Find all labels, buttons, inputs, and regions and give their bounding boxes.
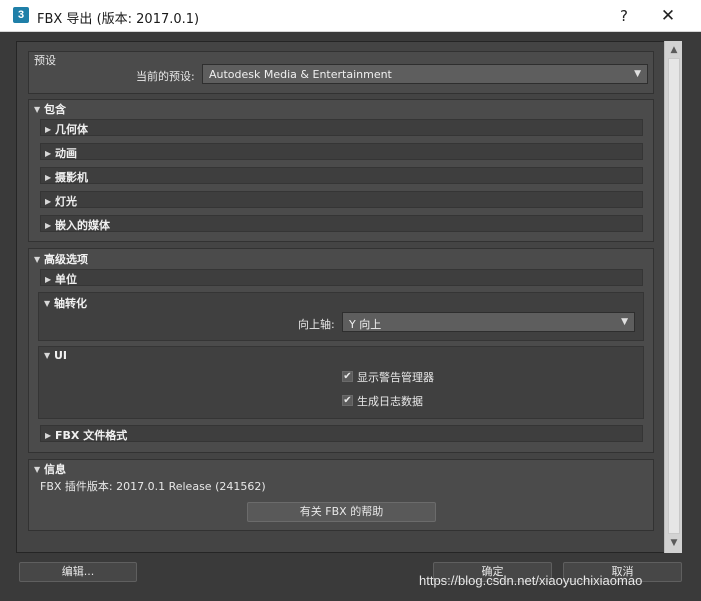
window-title: FBX 导出 (版本: 2017.0.1) bbox=[37, 12, 200, 27]
expanded-triangle-icon: ▼ bbox=[44, 299, 51, 308]
rollout-fbx-file-format-label: FBX 文件格式 bbox=[55, 429, 128, 442]
fbx-help-button[interactable]: 有关 FBX 的帮助 bbox=[247, 502, 436, 522]
preset-dropdown[interactable]: Autodesk Media & Entertainment ▼ bbox=[202, 64, 648, 84]
generate-log-label: 生成日志数据 bbox=[357, 395, 423, 408]
expanded-triangle-icon: ▼ bbox=[34, 465, 41, 474]
show-warning-label: 显示警告管理器 bbox=[357, 371, 434, 384]
title-bar: 3 FBX 导出 (版本: 2017.0.1) ? ✕ bbox=[0, 0, 701, 32]
rollout-cameras-label: 摄影机 bbox=[55, 171, 88, 184]
rollout-embedded-media[interactable]: ▶ 嵌入的媒体 bbox=[40, 215, 643, 232]
info-section-label: 信息 bbox=[44, 463, 66, 476]
axis-conversion-label: 轴转化 bbox=[54, 297, 87, 310]
scroll-thumb[interactable] bbox=[668, 58, 680, 534]
include-section-label: 包含 bbox=[44, 103, 66, 116]
rollout-geometry-label: 几何体 bbox=[55, 123, 88, 136]
collapsed-triangle-icon: ▶ bbox=[45, 173, 52, 182]
expanded-triangle-icon: ▼ bbox=[44, 351, 51, 360]
info-section-header[interactable]: ▼ 信息 bbox=[34, 461, 66, 477]
ui-box bbox=[38, 346, 644, 419]
watermark-url: https://blog.csdn.net/xiaoyuchixiaomao bbox=[419, 573, 643, 588]
expanded-triangle-icon: ▼ bbox=[34, 105, 41, 114]
up-axis-dropdown[interactable]: Y 向上 ▼ bbox=[342, 312, 635, 332]
rollout-units-label: 单位 bbox=[55, 273, 77, 286]
up-axis-dropdown-value: Y 向上 bbox=[349, 318, 382, 331]
chevron-down-icon: ▼ bbox=[621, 317, 628, 327]
show-warning-checkbox[interactable]: ✔ bbox=[342, 371, 353, 382]
up-axis-label: 向上轴: bbox=[298, 318, 335, 331]
current-preset-label: 当前的预设: bbox=[136, 70, 195, 83]
collapsed-triangle-icon: ▶ bbox=[45, 275, 52, 284]
rollout-embedded-media-label: 嵌入的媒体 bbox=[55, 219, 110, 232]
collapsed-triangle-icon: ▶ bbox=[45, 125, 52, 134]
advanced-section-header[interactable]: ▼ 高级选项 bbox=[34, 251, 88, 267]
generate-log-checkbox[interactable]: ✔ bbox=[342, 395, 353, 406]
collapsed-triangle-icon: ▶ bbox=[45, 197, 52, 206]
axis-conversion-header[interactable]: ▼ 轴转化 bbox=[44, 295, 87, 311]
collapsed-triangle-icon: ▶ bbox=[45, 149, 52, 158]
preset-group-label: 预设 bbox=[34, 54, 56, 67]
app-3dsmax-icon: 3 bbox=[13, 7, 29, 23]
rollout-fbx-file-format[interactable]: ▶ FBX 文件格式 bbox=[40, 425, 643, 442]
ui-header[interactable]: ▼ UI bbox=[44, 349, 67, 362]
rollout-animation[interactable]: ▶ 动画 bbox=[40, 143, 643, 160]
advanced-section-label: 高级选项 bbox=[44, 253, 88, 266]
preset-dropdown-value: Autodesk Media & Entertainment bbox=[209, 68, 392, 81]
scroll-down-icon[interactable]: ▼ bbox=[665, 535, 683, 551]
scroll-up-icon[interactable]: ▲ bbox=[665, 42, 683, 58]
expanded-triangle-icon: ▼ bbox=[34, 255, 41, 264]
include-section-header[interactable]: ▼ 包含 bbox=[34, 101, 66, 117]
collapsed-triangle-icon: ▶ bbox=[45, 221, 52, 230]
rollout-lights[interactable]: ▶ 灯光 bbox=[40, 191, 643, 208]
rollout-lights-label: 灯光 bbox=[55, 195, 77, 208]
rollout-animation-label: 动画 bbox=[55, 147, 77, 160]
ui-label: UI bbox=[54, 349, 68, 362]
edit-button[interactable]: 编辑... bbox=[19, 562, 137, 582]
rollout-cameras[interactable]: ▶ 摄影机 bbox=[40, 167, 643, 184]
vertical-scrollbar[interactable]: ▲ ▼ bbox=[664, 41, 682, 553]
chevron-down-icon: ▼ bbox=[634, 69, 641, 79]
close-button[interactable]: ✕ bbox=[655, 4, 681, 28]
plugin-version-text: FBX 插件版本: 2017.0.1 Release (241562) bbox=[40, 480, 266, 493]
collapsed-triangle-icon: ▶ bbox=[45, 431, 52, 440]
help-button[interactable]: ? bbox=[612, 4, 636, 28]
rollout-geometry[interactable]: ▶ 几何体 bbox=[40, 119, 643, 136]
rollout-units[interactable]: ▶ 单位 bbox=[40, 269, 643, 286]
